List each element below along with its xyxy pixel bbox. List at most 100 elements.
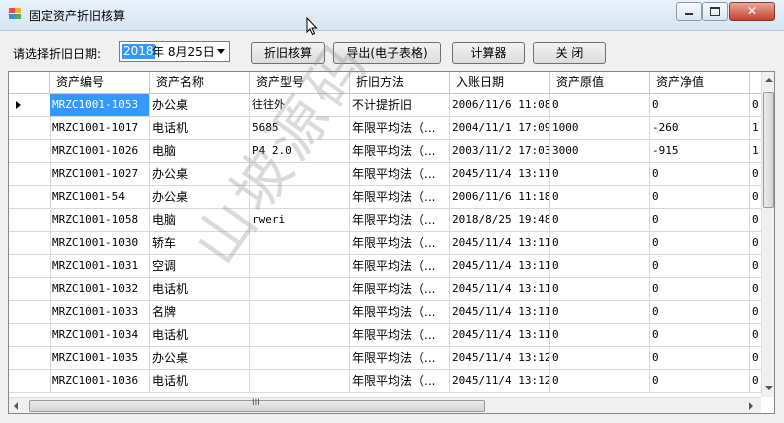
cell-asset-model[interactable] [250,278,350,300]
scroll-right-icon[interactable] [749,402,753,410]
column-header-asset-model[interactable]: 资产型号 [250,72,350,93]
table-row[interactable]: MRZC1001-1030 轿车 年限平均法（... 2045/11/4 13:11 0… [9,232,769,255]
cell-depreciation-method[interactable]: 年限平均法（... [350,209,450,231]
cell-original-value[interactable]: 0 [550,324,650,346]
maximize-button[interactable] [702,2,728,21]
cell-asset-model[interactable] [250,255,350,277]
cell-asset-name[interactable]: 轿车 [150,232,250,254]
cell-original-value[interactable]: 0 [550,370,650,392]
cell-depreciation-method[interactable]: 年限平均法（... [350,347,450,369]
cell-net-value[interactable]: 0 [650,324,750,346]
close-window-button[interactable]: ✕ [729,2,775,21]
cell-depreciation-method[interactable]: 年限平均法（... [350,324,450,346]
calculator-button[interactable]: 计算器 [452,42,525,64]
cell-asset-id[interactable]: MRZC1001-54 [50,186,150,208]
cell-net-value[interactable]: 0 [650,370,750,392]
minimize-button[interactable] [676,2,702,21]
cell-asset-name[interactable]: 电话机 [150,117,250,139]
cell-asset-name[interactable]: 办公桌 [150,94,250,116]
table-row[interactable]: MRZC1001-1034 电话机 年限平均法（... 2045/11/4 13:11… [9,324,769,347]
scroll-up-icon[interactable] [765,78,773,82]
cell-asset-model[interactable] [250,324,350,346]
table-row[interactable]: MRZC1001-1035 办公桌 年限平均法（... 2045/11/4 13:12… [9,347,769,370]
table-row[interactable]: MRZC1001-1058 电脑 rweri 年限平均法（... 2018/8/25 1… [9,209,769,232]
cell-asset-id[interactable]: MRZC1001-1026 [50,140,150,162]
export-spreadsheet-button[interactable]: 导出(电子表格) [333,42,441,64]
cell-depreciation-method[interactable]: 年限平均法（... [350,301,450,323]
cell-entry-date[interactable]: 2045/11/4 13:12 [450,370,550,392]
cell-net-value[interactable]: 0 [650,255,750,277]
row-header[interactable] [9,186,51,208]
cell-asset-id[interactable]: MRZC1001-1058 [50,209,150,231]
cell-asset-model[interactable] [250,186,350,208]
cell-entry-date[interactable]: 2003/11/2 17:03 [450,140,550,162]
column-header-depreciation-method[interactable]: 折旧方法 [350,72,450,93]
horizontal-scroll-thumb[interactable]: III [29,398,485,412]
cell-depreciation-method[interactable]: 年限平均法（... [350,278,450,300]
cell-asset-model[interactable]: 往往外 [250,94,350,116]
cell-net-value[interactable]: 0 [650,94,750,116]
cell-asset-id[interactable]: MRZC1001-1036 [50,370,150,392]
scroll-left-icon[interactable] [14,402,18,410]
cell-asset-name[interactable]: 办公桌 [150,186,250,208]
cell-depreciation-method[interactable]: 年限平均法（... [350,186,450,208]
table-row[interactable]: MRZC1001-1032 电话机 年限平均法（... 2045/11/4 13:11… [9,278,769,301]
row-header[interactable] [9,255,51,277]
cell-entry-date[interactable]: 2004/11/1 17:09 [450,117,550,139]
depreciation-date-picker[interactable]: 2018 年 8月25日 [119,41,230,62]
table-row[interactable]: MRZC1001-1026 电脑 P4 2.0 年限平均法（... 2003/11/2 … [9,140,769,163]
cell-asset-name[interactable]: 办公桌 [150,163,250,185]
cell-net-value[interactable]: 0 [650,278,750,300]
cell-original-value[interactable]: 0 [550,163,650,185]
column-header-original-value[interactable]: 资产原值 [550,72,650,93]
cell-asset-model[interactable]: P4 2.0 [250,140,350,162]
cell-asset-model[interactable] [250,232,350,254]
row-header[interactable] [9,140,51,162]
cell-net-value[interactable]: 0 [650,301,750,323]
table-row[interactable]: MRZC1001-1027 办公桌 年限平均法（... 2045/11/4 13:11… [9,163,769,186]
cell-asset-model[interactable] [250,163,350,185]
cell-depreciation-method[interactable]: 年限平均法（... [350,117,450,139]
cell-entry-date[interactable]: 2045/11/4 13:11 [450,232,550,254]
table-row[interactable]: MRZC1001-1017 电话机 5685 年限平均法（... 2004/11/1 1… [9,117,769,140]
cell-asset-name[interactable]: 电脑 [150,209,250,231]
cell-asset-model[interactable]: 5685 [250,117,350,139]
cell-asset-id[interactable]: MRZC1001-1053 [50,94,150,116]
cell-entry-date[interactable]: 2045/11/4 13:11 [450,163,550,185]
horizontal-scrollbar[interactable]: III [9,397,761,413]
row-header[interactable] [9,278,51,300]
cell-asset-id[interactable]: MRZC1001-1034 [50,324,150,346]
cell-original-value[interactable]: 1000 [550,117,650,139]
cell-original-value[interactable]: 0 [550,94,650,116]
cell-asset-id[interactable]: MRZC1001-1017 [50,117,150,139]
cell-asset-name[interactable]: 电话机 [150,324,250,346]
asset-data-grid[interactable]: 资产编号 资产名称 资产型号 折旧方法 入账日期 资产原值 资产净值 MRZC1… [8,71,775,414]
row-header[interactable] [9,94,51,116]
cell-asset-id[interactable]: MRZC1001-1035 [50,347,150,369]
cell-original-value[interactable]: 3000 [550,140,650,162]
table-row[interactable]: MRZC1001-54 办公桌 年限平均法（... 2006/11/6 11:18 0 0… [9,186,769,209]
cell-original-value[interactable]: 0 [550,301,650,323]
cell-net-value[interactable]: 0 [650,347,750,369]
cell-depreciation-method[interactable]: 不计提折旧 [350,94,450,116]
cell-asset-model[interactable] [250,347,350,369]
column-header-entry-date[interactable]: 入账日期 [450,72,550,93]
cell-original-value[interactable]: 0 [550,278,650,300]
cell-asset-name[interactable]: 空调 [150,255,250,277]
cell-entry-date[interactable]: 2006/11/6 11:08 [450,94,550,116]
column-header-asset-id[interactable]: 资产编号 [50,72,150,93]
cell-depreciation-method[interactable]: 年限平均法（... [350,163,450,185]
table-row[interactable]: MRZC1001-1036 电话机 年限平均法（... 2045/11/4 13:12… [9,370,769,393]
cell-asset-name[interactable]: 办公桌 [150,347,250,369]
row-header[interactable] [9,370,51,392]
cell-original-value[interactable]: 0 [550,255,650,277]
cell-asset-model[interactable] [250,370,350,392]
depreciation-calc-button[interactable]: 折旧核算 [251,42,325,64]
column-header-asset-name[interactable]: 资产名称 [150,72,250,93]
cell-entry-date[interactable]: 2045/11/4 13:11 [450,255,550,277]
cell-asset-id[interactable]: MRZC1001-1033 [50,301,150,323]
cell-net-value[interactable]: 0 [650,186,750,208]
cell-asset-id[interactable]: MRZC1001-1031 [50,255,150,277]
table-row[interactable]: MRZC1001-1033 名牌 年限平均法（... 2045/11/4 13:11 0… [9,301,769,324]
row-header[interactable] [9,301,51,323]
